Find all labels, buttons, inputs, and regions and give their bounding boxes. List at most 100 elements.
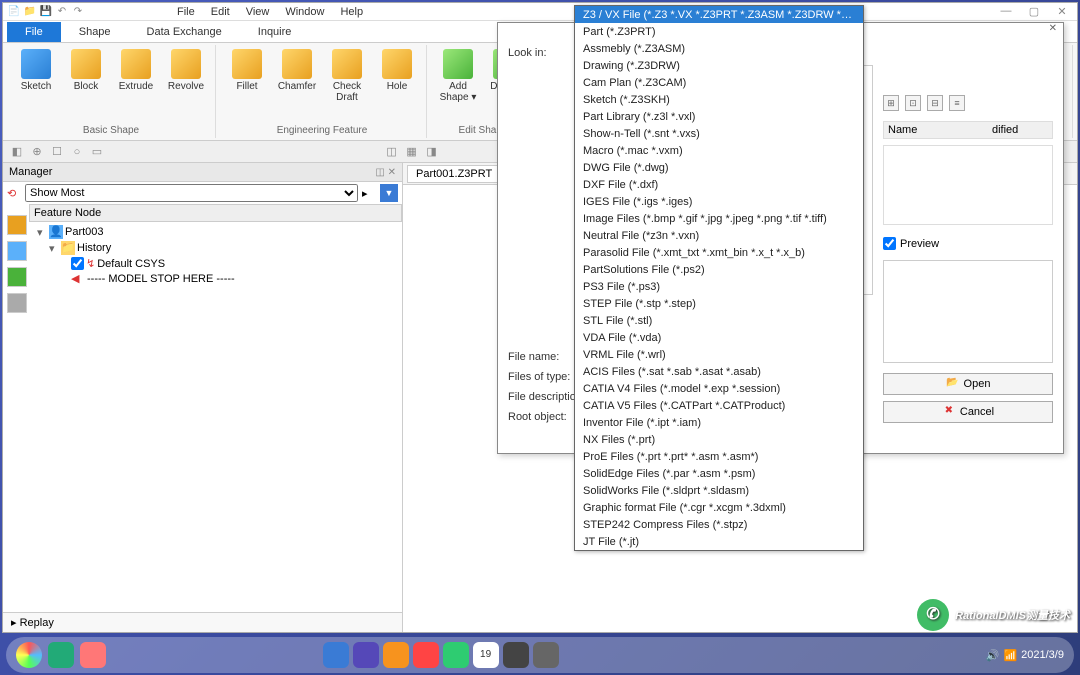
- file-type-option[interactable]: CATIA V4 Files (*.model *.exp *.session): [575, 380, 863, 397]
- file-type-option[interactable]: Z3 / VX File (*.Z3 *.VX *.Z3PRT *.Z3ASM …: [575, 6, 863, 23]
- taskbar-app[interactable]: [413, 642, 439, 668]
- qt-icon[interactable]: ☐: [49, 144, 65, 160]
- qt-icon[interactable]: ▭: [89, 144, 105, 160]
- file-type-option[interactable]: STL File (*.stl): [575, 312, 863, 329]
- tray-icon[interactable]: 📶: [1003, 649, 1017, 662]
- file-type-option[interactable]: CATIA V5 Files (*.CATPart *.CATProduct): [575, 397, 863, 414]
- menu-view[interactable]: View: [246, 6, 270, 18]
- file-type-option[interactable]: Sketch (*.Z3SKH): [575, 91, 863, 108]
- minimize-button[interactable]: —: [995, 5, 1017, 19]
- taskbar-item[interactable]: [48, 642, 74, 668]
- taskbar-app[interactable]: [533, 642, 559, 668]
- file-type-option[interactable]: DXF File (*.dxf): [575, 176, 863, 193]
- file-type-option[interactable]: SolidWorks File (*.sldprt *.sldasm): [575, 482, 863, 499]
- file-type-option[interactable]: DWG File (*.dwg): [575, 159, 863, 176]
- file-type-option[interactable]: Part Library (*.z3l *.vxl): [575, 108, 863, 125]
- file-type-option[interactable]: SolidEdge Files (*.par *.asm *.psm): [575, 465, 863, 482]
- qt-icon[interactable]: ◫: [384, 144, 400, 160]
- file-type-option[interactable]: VRML File (*.wrl): [575, 346, 863, 363]
- file-type-option[interactable]: JT File (*.jt): [575, 533, 863, 550]
- file-type-option[interactable]: Parasolid File (*.xmt_txt *.xmt_bin *.x_…: [575, 244, 863, 261]
- taskbar-item[interactable]: [80, 642, 106, 668]
- view-icon[interactable]: ⊡: [905, 95, 921, 111]
- file-type-option[interactable]: PS3 File (*.ps3): [575, 278, 863, 295]
- chamfer-button[interactable]: Chamfer: [274, 47, 320, 103]
- extrude-button[interactable]: Extrude: [113, 47, 159, 103]
- home-icon[interactable]: ⟲: [7, 187, 21, 200]
- ribbon-tab-inquire[interactable]: Inquire: [240, 22, 310, 42]
- file-type-option[interactable]: Assmebly (*.Z3ASM): [575, 40, 863, 57]
- show-mode-select[interactable]: Show Most: [25, 184, 358, 202]
- csys-checkbox[interactable]: [71, 257, 84, 270]
- replay-bar[interactable]: ▸ Replay: [3, 612, 402, 632]
- default-csys[interactable]: Default CSYS: [97, 258, 165, 270]
- menu-file[interactable]: File: [177, 6, 195, 18]
- preview-box: [883, 260, 1053, 363]
- file-type-dropdown[interactable]: Z3 / VX File (*.Z3 *.VX *.Z3PRT *.Z3ASM …: [574, 5, 864, 551]
- view-icon[interactable]: ≡: [949, 95, 965, 111]
- sidetab[interactable]: [7, 267, 27, 287]
- file-type-option[interactable]: IGES File (*.igs *.iges): [575, 193, 863, 210]
- file-type-option[interactable]: Macro (*.mac *.vxm): [575, 142, 863, 159]
- view-icon[interactable]: ⊟: [927, 95, 943, 111]
- sidetab[interactable]: [7, 241, 27, 261]
- menu-edit[interactable]: Edit: [211, 6, 230, 18]
- tray-icon[interactable]: 🔊: [986, 649, 1000, 662]
- view-icon[interactable]: ⊞: [883, 95, 899, 111]
- menu-help[interactable]: Help: [340, 6, 363, 18]
- ribbon-tab-shape[interactable]: Shape: [61, 22, 129, 42]
- fillet-button[interactable]: Fillet: [224, 47, 270, 103]
- revolve-button[interactable]: Revolve: [163, 47, 209, 103]
- file-type-option[interactable]: Graphic format File (*.cgr *.xcgm *.3dxm…: [575, 499, 863, 516]
- file-type-option[interactable]: Part (*.Z3PRT): [575, 23, 863, 40]
- file-listing[interactable]: [883, 145, 1053, 225]
- file-type-option[interactable]: Drawing (*.Z3DRW): [575, 57, 863, 74]
- taskbar-app[interactable]: [383, 642, 409, 668]
- block-button[interactable]: Block: [63, 47, 109, 103]
- qt-icon[interactable]: ○: [69, 144, 85, 160]
- maximize-button[interactable]: ▢: [1023, 5, 1045, 19]
- file-type-option[interactable]: STEP242 Compress Files (*.stpz): [575, 516, 863, 533]
- sidetab[interactable]: [7, 293, 27, 313]
- preview-checkbox[interactable]: [883, 237, 896, 250]
- taskbar-app[interactable]: [503, 642, 529, 668]
- dialog-close-icon[interactable]: ✕: [1049, 23, 1057, 39]
- file-type-option[interactable]: VDA File (*.vda): [575, 329, 863, 346]
- open-button[interactable]: 📂Open: [883, 373, 1053, 395]
- check-draft-button[interactable]: Check Draft: [324, 47, 370, 103]
- add-shape-button[interactable]: Add Shape ▾: [435, 47, 481, 103]
- taskbar-app[interactable]: 19: [473, 642, 499, 668]
- cancel-button[interactable]: ✖Cancel: [883, 401, 1053, 423]
- file-type-option[interactable]: PartSolutions File (*.ps2): [575, 261, 863, 278]
- taskbar-app[interactable]: [353, 642, 379, 668]
- qt-icon[interactable]: ◧: [9, 144, 25, 160]
- close-button[interactable]: ✕: [1051, 5, 1073, 19]
- taskbar-app[interactable]: [443, 642, 469, 668]
- menu-window[interactable]: Window: [285, 6, 324, 18]
- file-type-option[interactable]: ACIS Files (*.sat *.sab *.asat *.asab): [575, 363, 863, 380]
- file-type-option[interactable]: Neutral File (*z3n *.vxn): [575, 227, 863, 244]
- qt-icon[interactable]: ⊕: [29, 144, 45, 160]
- group-eng-feature: Engineering Feature: [277, 125, 368, 136]
- manager-title: Manager: [9, 166, 52, 178]
- filter-icon[interactable]: ▼: [380, 184, 398, 202]
- file-type-option[interactable]: NX Files (*.prt): [575, 431, 863, 448]
- taskbar-app[interactable]: [323, 642, 349, 668]
- tree-history[interactable]: History: [77, 242, 111, 254]
- ribbon-tab-data-exchange[interactable]: Data Exchange: [129, 22, 240, 42]
- hole-button[interactable]: Hole: [374, 47, 420, 103]
- qt-icon[interactable]: ▦: [404, 144, 420, 160]
- tree-root[interactable]: Part003: [65, 226, 104, 238]
- file-type-option[interactable]: Inventor File (*.ipt *.iam): [575, 414, 863, 431]
- ribbon-tab-file[interactable]: File: [7, 22, 61, 42]
- file-type-option[interactable]: Cam Plan (*.Z3CAM): [575, 74, 863, 91]
- file-type-option[interactable]: Image Files (*.bmp *.gif *.jpg *.jpeg *.…: [575, 210, 863, 227]
- sidetab[interactable]: [7, 215, 27, 235]
- qt-icon[interactable]: ◨: [424, 144, 440, 160]
- feature-node-header: Feature Node: [29, 204, 402, 222]
- sketch-button[interactable]: Sketch: [13, 47, 59, 103]
- file-type-option[interactable]: STEP File (*.stp *.step): [575, 295, 863, 312]
- start-button[interactable]: [16, 642, 42, 668]
- file-type-option[interactable]: Show-n-Tell (*.snt *.vxs): [575, 125, 863, 142]
- file-type-option[interactable]: ProE Files (*.prt *.prt* *.asm *.asm*): [575, 448, 863, 465]
